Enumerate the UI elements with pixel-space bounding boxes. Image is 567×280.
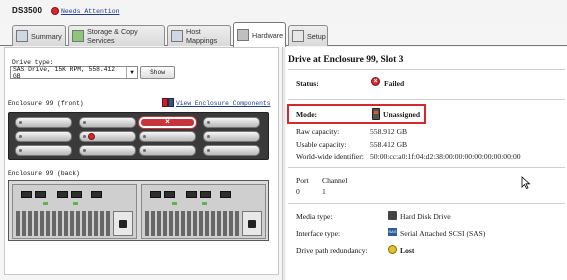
drive-bay[interactable] bbox=[139, 145, 196, 156]
hardware-icon bbox=[237, 29, 249, 41]
mode-value: Unassigned bbox=[383, 110, 421, 119]
interface-type-label: Interface type: bbox=[296, 229, 341, 238]
status-led-icon bbox=[43, 202, 48, 205]
drive-bay[interactable] bbox=[203, 145, 260, 156]
mode-label: Mode: bbox=[296, 110, 318, 119]
warning-icon bbox=[388, 245, 397, 254]
failed-drive-marker-icon bbox=[88, 133, 95, 140]
power-supply-icon bbox=[242, 211, 262, 236]
wwid-value: 50:00:cc:a0:1f:04:d2:38:00:00:00:00:00:0… bbox=[370, 152, 521, 161]
status-label: Status: bbox=[296, 79, 319, 88]
drive-bay[interactable] bbox=[203, 117, 260, 128]
port-value: 0 bbox=[296, 187, 300, 196]
vent-grille bbox=[16, 211, 112, 236]
drive-bay[interactable] bbox=[139, 131, 196, 142]
tab-setup[interactable]: Setup bbox=[288, 25, 328, 46]
status-led-icon bbox=[202, 202, 207, 205]
tab-bar: Summary Storage & Copy Services Host Map… bbox=[0, 22, 567, 47]
raw-capacity-value: 558.912 GB bbox=[370, 127, 408, 136]
port-icon bbox=[150, 191, 161, 198]
attention-icon[interactable] bbox=[51, 7, 59, 15]
tab-hardware[interactable]: Hardware bbox=[233, 22, 286, 47]
port-icon bbox=[57, 191, 68, 198]
tab-label: Hardware bbox=[252, 30, 284, 40]
tab-storage-copy-services[interactable]: Storage & Copy Services bbox=[68, 25, 165, 46]
pane-splitter[interactable] bbox=[282, 47, 285, 280]
divider bbox=[288, 69, 565, 70]
port-icon bbox=[21, 191, 32, 198]
channel-header: Channel bbox=[322, 176, 348, 185]
drive-bay[interactable] bbox=[203, 131, 260, 142]
power-supply-icon bbox=[113, 211, 133, 236]
summary-icon bbox=[16, 30, 28, 42]
tab-host-mappings[interactable]: Host Mappings bbox=[167, 25, 231, 46]
usable-capacity-label: Usable capacity: bbox=[296, 140, 347, 149]
enclosure-front-image: × bbox=[8, 112, 269, 160]
drive-path-redundancy-label: Drive path redundancy: bbox=[296, 246, 368, 255]
enclosure-front-label: Enclosure 99 (front) bbox=[8, 100, 84, 107]
tab-label: Summary bbox=[31, 31, 62, 41]
usable-capacity-value: 558.412 GB bbox=[370, 140, 408, 149]
vent-grille bbox=[145, 211, 241, 236]
controller-module[interactable] bbox=[141, 184, 266, 239]
tab-label: Host Mappings bbox=[186, 27, 218, 45]
status-value: Failed bbox=[384, 79, 405, 88]
tab-label: Setup bbox=[307, 31, 326, 41]
chevron-down-icon[interactable]: ▼ bbox=[126, 67, 137, 78]
failed-icon: × bbox=[371, 77, 380, 86]
show-button[interactable]: Show bbox=[140, 66, 175, 79]
host-mappings-icon bbox=[171, 30, 183, 42]
drive-path-redundancy-value: Lost bbox=[400, 246, 415, 255]
divider bbox=[288, 167, 565, 168]
divider bbox=[288, 99, 565, 100]
port-icon bbox=[200, 191, 211, 198]
port-icon bbox=[186, 191, 197, 198]
port-header: Port bbox=[296, 176, 309, 185]
storage-icon bbox=[72, 30, 84, 42]
drive-details-title: Drive at Enclosure 99, Slot 3 bbox=[288, 55, 404, 65]
drive-bay[interactable] bbox=[79, 145, 136, 156]
drive-bay[interactable] bbox=[79, 117, 136, 128]
drive-bay[interactable] bbox=[15, 145, 72, 156]
media-type-value: Hard Disk Drive bbox=[400, 212, 451, 221]
status-led-icon bbox=[73, 202, 78, 205]
hard-disk-icon bbox=[388, 211, 397, 220]
view-enclosure-components-link[interactable]: View Enclosure Components bbox=[176, 100, 270, 107]
tab-label: Storage & Copy Services bbox=[87, 27, 138, 45]
drive-bay[interactable] bbox=[15, 117, 72, 128]
port-icon bbox=[91, 191, 102, 198]
port-icon bbox=[71, 191, 82, 198]
setup-icon bbox=[292, 30, 304, 42]
tab-summary[interactable]: Summary bbox=[12, 25, 66, 46]
drive-bay[interactable] bbox=[15, 131, 72, 142]
enclosure-back-image bbox=[8, 180, 269, 241]
enclosure-back-label: Enclosure 99 (back) bbox=[8, 170, 80, 177]
drive-type-select[interactable]: SAS Drive, 15K RPM, 558.412 GB ▼ bbox=[10, 65, 138, 80]
enclosure-components-icon[interactable] bbox=[162, 98, 174, 107]
unassigned-drive-icon bbox=[372, 108, 380, 120]
close-icon: × bbox=[165, 117, 170, 126]
needs-attention-link[interactable]: Needs Attention bbox=[61, 8, 120, 15]
raw-capacity-label: Raw capacity: bbox=[296, 127, 340, 136]
channel-value: 1 bbox=[322, 187, 326, 196]
port-icon bbox=[164, 191, 175, 198]
drive-type-value: SAS Drive, 15K RPM, 558.412 GB bbox=[13, 65, 116, 80]
divider bbox=[288, 203, 565, 204]
media-type-label: Media type: bbox=[296, 212, 333, 221]
drive-bay-selected[interactable]: × bbox=[139, 117, 196, 128]
status-led-icon bbox=[172, 202, 177, 205]
wwid-label: World-wide identifier: bbox=[296, 152, 364, 161]
sas-icon: SAS bbox=[388, 228, 397, 236]
controller-module[interactable] bbox=[12, 184, 137, 239]
interface-type-value: Serial Attached SCSI (SAS) bbox=[400, 229, 486, 238]
port-icon bbox=[220, 191, 231, 198]
app-title: DS3500 bbox=[12, 6, 43, 15]
port-icon bbox=[35, 191, 46, 198]
mouse-cursor-icon bbox=[521, 176, 531, 189]
